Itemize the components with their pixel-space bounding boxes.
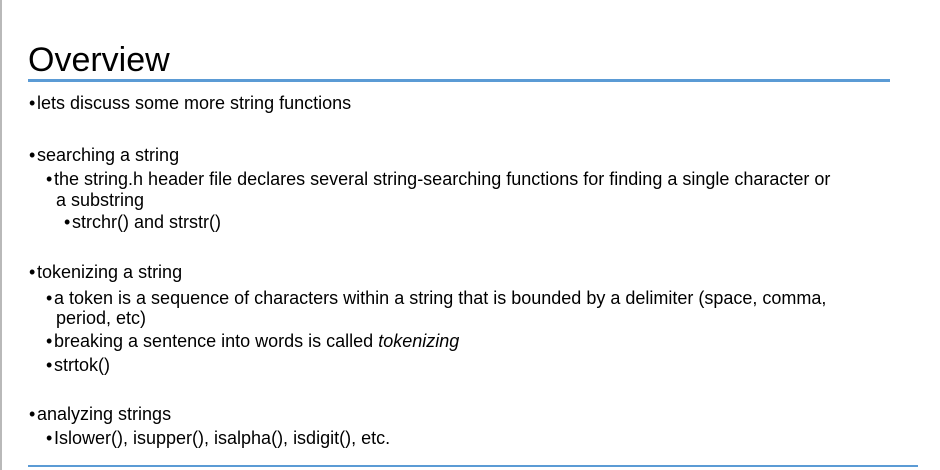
sub-bullet-searching-detail: •the string.h header file declares sever… bbox=[46, 168, 830, 190]
search-functions-text: strchr() and strstr() bbox=[72, 212, 222, 232]
bullet-intro: •lets discuss some more string functions bbox=[29, 92, 351, 114]
bullet-analyzing-text: analyzing strings bbox=[37, 404, 172, 424]
sub-bullet-breaking-sentence: •breaking a sentence into words is calle… bbox=[46, 330, 459, 352]
strtok-text: strtok() bbox=[54, 355, 110, 375]
searching-detail-line1: the string.h header file declares severa… bbox=[54, 169, 831, 189]
token-definition-line1: a token is a sequence of characters with… bbox=[54, 288, 827, 308]
tokenizing-term: tokenizing bbox=[378, 331, 460, 351]
bullet-glyph: • bbox=[29, 93, 36, 113]
bullet-searching-text: searching a string bbox=[37, 145, 180, 165]
analyzing-functions-text: Islower(), isupper(), isalpha(), isdigit… bbox=[54, 428, 391, 448]
bullet-glyph: • bbox=[29, 145, 36, 165]
sub-bullet-analyzing-functions: •Islower(), isupper(), isalpha(), isdigi… bbox=[46, 427, 390, 449]
bullet-glyph: • bbox=[46, 288, 53, 308]
sub-sub-bullet-search-functions: •strchr() and strstr() bbox=[64, 211, 221, 233]
breaking-sentence-text: breaking a sentence into words is called bbox=[54, 331, 379, 351]
bullet-glyph: • bbox=[29, 404, 36, 424]
bullet-glyph: • bbox=[46, 428, 53, 448]
bullet-glyph: • bbox=[46, 169, 53, 189]
sub-bullet-strtok: •strtok() bbox=[46, 354, 110, 376]
slide-body: •lets discuss some more string functions… bbox=[0, 0, 940, 470]
bullet-analyzing: •analyzing strings bbox=[29, 403, 171, 425]
token-definition-line2: period, etc) bbox=[56, 308, 147, 328]
slide: Overview •lets discuss some more string … bbox=[0, 0, 940, 470]
bullet-glyph: • bbox=[64, 212, 71, 232]
bullet-glyph: • bbox=[46, 355, 53, 375]
bullet-tokenizing: •tokenizing a string bbox=[29, 261, 182, 283]
sub-bullet-token-definition: •a token is a sequence of characters wit… bbox=[46, 287, 826, 309]
searching-detail-continuation: a substring bbox=[56, 189, 144, 211]
bullet-intro-text: lets discuss some more string functions bbox=[37, 93, 352, 113]
bullet-tokenizing-text: tokenizing a string bbox=[37, 262, 183, 282]
bullet-searching: •searching a string bbox=[29, 144, 179, 166]
token-definition-continuation: period, etc) bbox=[56, 307, 146, 329]
bullet-glyph: • bbox=[46, 331, 53, 351]
searching-detail-line2: a substring bbox=[56, 190, 145, 210]
footer-rule bbox=[28, 465, 918, 467]
bullet-glyph: • bbox=[29, 262, 36, 282]
